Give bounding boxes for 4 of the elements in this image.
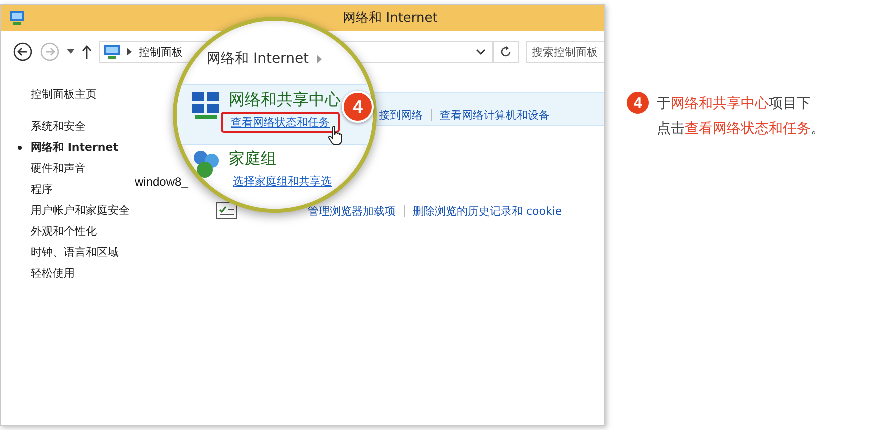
step-badge: 4 — [627, 92, 649, 114]
window-title: 网络和 Internet — [342, 10, 439, 27]
stray-label: window8_ — [135, 175, 188, 189]
instruction-text: 于网络和共享中心项目下 点击查看网络状态和任务。 — [657, 95, 825, 139]
